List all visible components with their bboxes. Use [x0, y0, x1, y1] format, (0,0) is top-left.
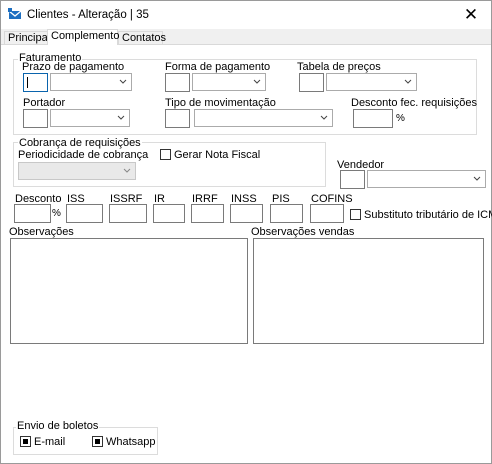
desconto-input[interactable] [14, 204, 51, 223]
tipo-mov-select[interactable] [194, 109, 333, 127]
chevron-down-icon [404, 79, 412, 84]
observacoes-textarea[interactable] [10, 238, 248, 344]
title-bar: Clientes - Alteração | 35 ✕ [1, 1, 491, 29]
tab-complemento[interactable]: Complemento [47, 29, 119, 45]
tabela-code-input[interactable] [299, 73, 324, 92]
prazo-select[interactable] [50, 73, 132, 91]
chevron-down-icon [473, 176, 481, 181]
substituto-checkbox[interactable] [350, 209, 361, 220]
vendedor-select[interactable] [367, 170, 486, 188]
tab-strip: Principal Complemento Contatos [1, 29, 491, 45]
observacoes-label: Observações [9, 226, 74, 238]
tipo-mov-code-input[interactable] [165, 109, 190, 128]
portador-select[interactable] [50, 109, 130, 127]
app-icon [8, 8, 22, 19]
forma-label: Forma de pagamento [165, 61, 271, 73]
periodicidade-select[interactable] [18, 162, 136, 180]
chevron-down-icon [119, 79, 127, 84]
tab-principal[interactable]: Principal [4, 31, 50, 45]
cobranca-group-label: Cobrança de requisições [18, 137, 142, 149]
portador-label: Portador [23, 97, 66, 109]
observacoes-vendas-textarea[interactable] [253, 238, 484, 344]
portador-code-input[interactable] [23, 109, 48, 128]
issrf-input[interactable] [109, 204, 147, 223]
close-icon: ✕ [463, 5, 479, 24]
periodicidade-label: Periodicidade de cobrança [18, 149, 149, 161]
prazo-label: Prazo de pagamento [22, 61, 125, 73]
prazo-code-input[interactable] [23, 73, 48, 92]
tabela-select[interactable] [326, 73, 417, 91]
email-label: E-mail [34, 436, 66, 448]
forma-select[interactable] [192, 73, 266, 91]
observacoes-vendas-label: Observações vendas [251, 226, 355, 238]
forma-code-input[interactable] [165, 73, 190, 92]
dialog-window: Clientes - Alteração | 35 ✕ Principal Co… [0, 0, 492, 464]
text-caret [27, 77, 28, 88]
complemento-panel: Faturamento Prazo de pagamento Forma de … [1, 44, 492, 463]
vendedor-code-input[interactable] [340, 170, 365, 189]
irrf-input[interactable] [191, 204, 224, 223]
email-checkbox[interactable] [20, 436, 31, 447]
chevron-down-icon [253, 79, 261, 84]
iss-input[interactable] [66, 204, 103, 223]
tab-contatos[interactable]: Contatos [118, 31, 166, 45]
percent-sign: % [396, 113, 405, 124]
substituto-label: Substituto tributário de ICMS [364, 209, 492, 221]
tabela-label: Tabela de preços [297, 61, 381, 73]
desconto-fec-label: Desconto fec. requisições [351, 97, 477, 109]
whatsapp-checkbox[interactable] [92, 436, 103, 447]
whatsapp-label: Whatsapp [106, 436, 156, 448]
window-title: Clientes - Alteração | 35 [27, 9, 149, 21]
tipo-mov-label: Tipo de movimentação [165, 97, 276, 109]
desconto-percent: % [52, 208, 61, 219]
desconto-fec-input[interactable] [353, 109, 393, 128]
close-button[interactable]: ✕ [451, 1, 491, 29]
chevron-down-icon [123, 168, 131, 173]
pis-input[interactable] [270, 204, 303, 223]
cofins-input[interactable] [310, 204, 344, 223]
chevron-down-icon [117, 115, 125, 120]
ir-input[interactable] [153, 204, 185, 223]
gerar-nf-checkbox[interactable] [160, 149, 171, 160]
inss-input[interactable] [230, 204, 263, 223]
chevron-down-icon [320, 115, 328, 120]
gerar-nf-label: Gerar Nota Fiscal [174, 149, 261, 161]
boletos-group-label: Envio de boletos [16, 420, 100, 432]
